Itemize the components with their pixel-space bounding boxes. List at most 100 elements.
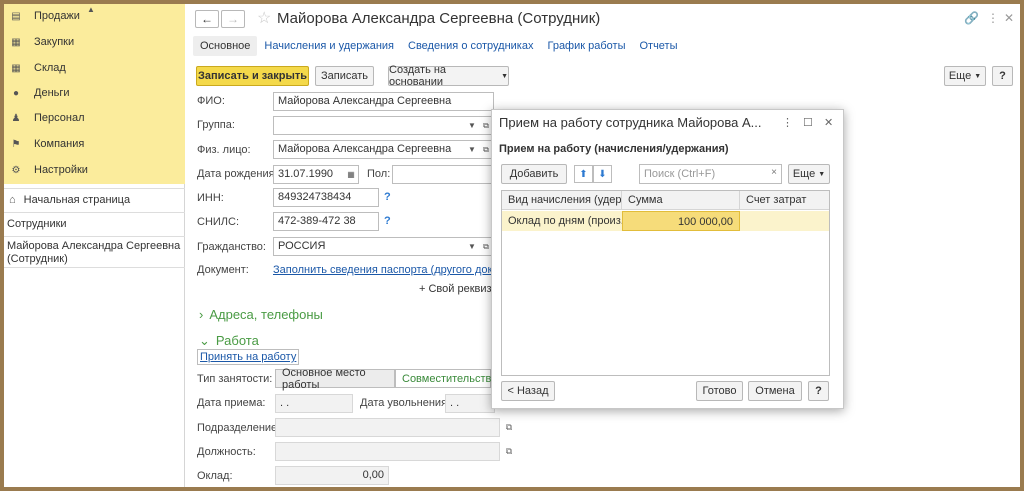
employment-main-toggle[interactable]: Основное место работы	[275, 367, 395, 391]
gender-label: Пол:	[367, 168, 391, 180]
fio-field[interactable]: Майорова Александра Сергеевна	[273, 92, 494, 111]
section-warehouse[interactable]: ▦ Склад	[9, 58, 66, 78]
create-based-label: Создать на основании	[389, 64, 447, 88]
tab-main[interactable]: Основное	[193, 36, 258, 56]
dismiss-date-field[interactable]: . .	[445, 394, 495, 413]
calendar-icon[interactable]: ▦	[344, 166, 358, 183]
section-purchases[interactable]: ▦ Закупки	[9, 32, 74, 52]
menu-dots-icon[interactable]: ⋮	[782, 116, 793, 129]
employment-part-toggle[interactable]: Совместительство	[395, 369, 497, 388]
save-close-button[interactable]: Записать и закрыть	[196, 66, 309, 86]
fio-label: ФИО:	[197, 95, 225, 107]
group-label: Группа:	[197, 119, 235, 131]
hire-link[interactable]: Принять на работу	[197, 349, 300, 365]
tab-employee-info[interactable]: Сведения о сотрудниках	[401, 36, 540, 56]
cell-type[interactable]: Оклад по дням (произ...	[502, 211, 622, 231]
scroll-up-icon[interactable]: ▲	[87, 5, 95, 14]
favorite-star-icon[interactable]: ☆	[257, 8, 271, 28]
nav-home[interactable]: ⌂ Начальная страница	[4, 188, 185, 211]
cell-amount[interactable]: 100 000,00	[622, 211, 740, 231]
inn-help-icon[interactable]: ?	[384, 191, 391, 203]
money-icon: ●	[12, 87, 20, 99]
inn-field[interactable]: 849324738434	[273, 188, 379, 207]
accruals-table[interactable]: Вид начисления (удер... Сумма Счет затра…	[501, 190, 830, 376]
column-header-type[interactable]: Вид начисления (удер...	[502, 191, 622, 210]
person-field[interactable]: Майорова Александра Сергеевна ▼ ⧉	[273, 140, 494, 159]
position-label: Должность:	[197, 446, 256, 458]
chevron-down-icon[interactable]: ▼	[465, 117, 479, 134]
clear-icon[interactable]: ×	[771, 167, 777, 178]
arrow-right-icon: →	[227, 12, 239, 26]
cancel-button[interactable]: Отмена	[748, 381, 802, 401]
department-field[interactable]	[275, 418, 500, 437]
addresses-section[interactable]: › Адреса, телефоны	[199, 307, 323, 322]
section-sales[interactable]: ▤ Продажи	[9, 6, 80, 26]
citizenship-field[interactable]: РОССИЯ ▼ ⧉	[273, 237, 494, 256]
column-header-amount[interactable]: Сумма	[622, 191, 740, 210]
salary-field[interactable]: 0,00	[275, 466, 389, 485]
app-window: ▲ ▤ Продажи ▦ Закупки ▦ Склад ● Деньги ♟…	[4, 4, 1020, 487]
more-button[interactable]: Еще ▼	[944, 66, 986, 86]
nav-employees[interactable]: Сотрудники	[4, 212, 185, 234]
column-header-account[interactable]: Счет затрат	[740, 191, 829, 210]
link-icon[interactable]: 🔗	[964, 11, 979, 25]
move-up-button[interactable]: ⬆	[574, 165, 593, 183]
purchases-icon: ▦	[11, 36, 21, 48]
forward-button[interactable]: →	[221, 10, 245, 28]
snils-label: СНИЛС:	[197, 216, 240, 228]
work-section[interactable]: ⌄ Работа	[199, 333, 259, 349]
table-row[interactable]: Оклад по дням (произ... 100 000,00	[502, 211, 829, 231]
chevron-down-icon: ▼	[974, 72, 982, 80]
nav-current-document[interactable]: Майорова Александра Сергеевна (Сотрудник…	[4, 236, 185, 268]
position-field[interactable]	[275, 442, 500, 461]
create-based-button[interactable]: Создать на основании ▼	[388, 64, 509, 88]
employment-label: Тип занятости:	[197, 373, 273, 385]
cell-account[interactable]	[740, 211, 829, 231]
group-field[interactable]: ▼ ⧉	[273, 116, 494, 135]
section-label: Настройки	[34, 164, 88, 176]
salary-label: Оклад:	[197, 470, 233, 482]
chevron-down-icon: ⌄	[199, 333, 210, 348]
gender-field[interactable]	[392, 165, 494, 184]
chevron-down-icon[interactable]: ▼	[465, 141, 479, 158]
section-staff[interactable]: ♟ Персонал	[9, 108, 85, 128]
document-label: Документ:	[197, 264, 249, 276]
dialog-more-label: Еще	[792, 168, 816, 180]
dialog-more-button[interactable]: Еще ▼	[788, 164, 830, 184]
maximize-icon[interactable]: ☐	[803, 116, 813, 129]
close-icon[interactable]: ✕	[1004, 11, 1014, 25]
chevron-down-icon[interactable]: ▼	[465, 238, 479, 255]
close-icon[interactable]: ✕	[824, 116, 833, 129]
snils-help-icon[interactable]: ?	[384, 215, 391, 227]
back-step-button[interactable]: < Назад	[501, 381, 555, 401]
hire-date-field[interactable]: . .	[275, 394, 353, 413]
tab-accruals[interactable]: Начисления и удержания	[257, 36, 401, 56]
open-icon[interactable]: ⧉	[502, 443, 516, 460]
search-input[interactable]: Поиск (Ctrl+F) ×	[639, 164, 782, 184]
birth-date-field[interactable]: 31.07.1990 ▦	[273, 165, 359, 184]
help-button[interactable]: ?	[992, 66, 1013, 86]
page-title: Майорова Александра Сергеевна (Сотрудник…	[277, 10, 601, 27]
open-icon[interactable]: ⧉	[502, 419, 516, 436]
menu-dots-icon[interactable]: ⋮	[987, 11, 999, 25]
person-label: Физ. лицо:	[197, 144, 251, 156]
snils-field[interactable]: 472-389-472 38	[273, 212, 379, 231]
section-money[interactable]: ● Деньги	[9, 83, 70, 103]
move-down-button[interactable]: ⬇	[593, 165, 612, 183]
tab-schedule[interactable]: График работы	[540, 36, 632, 56]
citizenship-label: Гражданство:	[197, 241, 266, 253]
section-company[interactable]: ⚑ Компания	[9, 134, 85, 154]
dialog-subtitle: Прием на работу (начисления/удержания)	[499, 143, 729, 155]
save-button[interactable]: Записать	[315, 66, 374, 86]
department-label: Подразделение:	[197, 422, 281, 434]
done-button[interactable]: Готово	[696, 381, 743, 401]
tab-reports[interactable]: Отчеты	[632, 36, 684, 56]
dialog-help-button[interactable]: ?	[808, 381, 829, 401]
section-label: Продажи	[34, 10, 80, 22]
form-tabs: Основное Начисления и удержания Сведения…	[193, 35, 685, 57]
back-button[interactable]: ←	[195, 10, 219, 28]
section-settings[interactable]: ⚙ Настройки	[9, 160, 88, 180]
add-button[interactable]: Добавить	[501, 164, 567, 184]
home-icon: ⌂	[9, 194, 16, 206]
sidebar: ▲ ▤ Продажи ▦ Закупки ▦ Склад ● Деньги ♟…	[4, 4, 185, 487]
